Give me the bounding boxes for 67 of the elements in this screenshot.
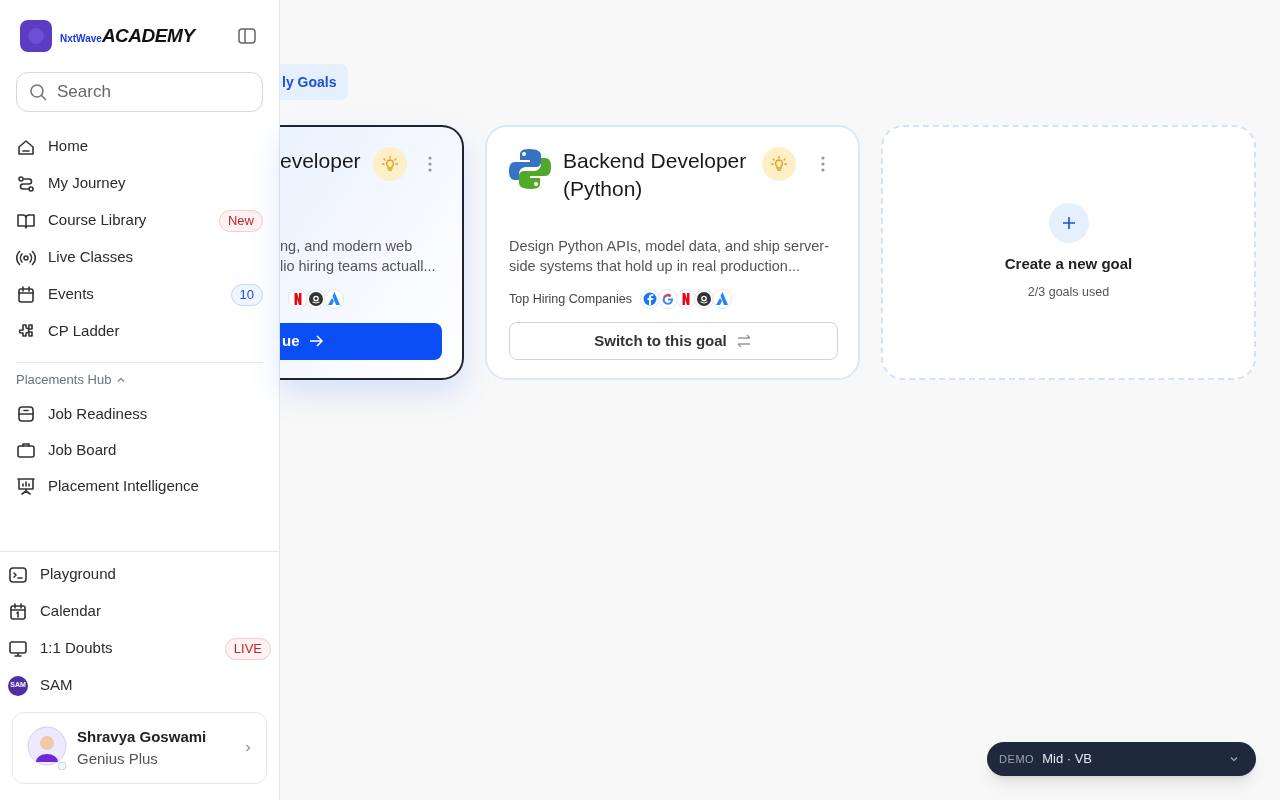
company-logo-icon [658, 289, 678, 310]
goal-card[interactable]: eveloper ng, and modern web lio hiring teams actuall... ue [280, 125, 464, 380]
nav-link[interactable]: Placement Intelligence [48, 474, 199, 498]
company-logo-icon [288, 289, 308, 310]
sidebar-toggle-icon[interactable] [237, 26, 257, 46]
continue-button[interactable]: ue [280, 322, 442, 360]
company-logo-icon [306, 289, 326, 310]
logo-subtitle: NxtWave [60, 32, 102, 46]
nav-link[interactable]: Job Board [48, 438, 117, 462]
company-logo-icon [640, 289, 660, 310]
monitor-icon [8, 638, 28, 659]
demo-value: Mid · VB [1042, 750, 1093, 769]
goal-title: eveloper [280, 148, 361, 174]
badge: LIVE [224, 637, 271, 660]
more-options-icon[interactable] [427, 155, 434, 173]
nav-link[interactable]: Events [48, 283, 94, 306]
nav-link[interactable]: Home [48, 135, 88, 158]
demo-label: DEMO [999, 751, 1035, 767]
create-goal-title: Create a new goal [1004, 253, 1133, 274]
badge: New [219, 209, 263, 232]
nav-link[interactable]: Live Classes [48, 246, 134, 269]
goal-description: Design Python APIs, model data, and ship server- [509, 236, 830, 256]
search-field[interactable]: Search [16, 72, 263, 112]
presentation-icon [16, 476, 36, 496]
avatar [25, 726, 69, 770]
company-logo-icon [712, 289, 732, 310]
drawer-icon [16, 404, 36, 424]
company-logo-icon [694, 289, 714, 310]
lightbulb-icon[interactable] [372, 147, 407, 181]
goal-description: ng, and modern web [280, 237, 414, 256]
calendar-icon [16, 284, 36, 305]
route-icon [16, 173, 36, 194]
company-logo-icon [676, 289, 696, 310]
goal-card[interactable]: Backend Developer (Python) Design Python APIs, model data, and ship server- side systems that hold up in real production... Top Hiring Companies Switch to this goal [485, 125, 860, 380]
nav-link[interactable]: CP Ladder [48, 320, 120, 343]
python-logo-icon [509, 147, 551, 191]
nav-link[interactable]: SAM [40, 674, 73, 697]
section-header[interactable]: Placements Hub [16, 369, 112, 390]
nav-link[interactable]: Calendar [40, 600, 101, 623]
nav-link[interactable]: My Journey [48, 172, 126, 195]
more-options-icon[interactable] [820, 155, 826, 173]
nav-link[interactable]: Job Readiness [48, 402, 148, 426]
goals-usage: 2/3 goals used [1027, 284, 1110, 302]
goal-title: (Python) [563, 176, 644, 202]
logo-icon [20, 20, 52, 52]
goal-title: Backend Developer [563, 148, 748, 174]
logo-title: ACADEMY [101, 23, 195, 48]
switch-goal-button[interactable]: Switch to this goal [509, 322, 838, 360]
user-name: Shravya Goswami [77, 726, 207, 747]
goal-description: side systems that hold up in real production... [509, 256, 801, 276]
nav-link[interactable]: Playground [40, 563, 116, 586]
user-plan: Genius Plus [77, 749, 159, 769]
goal-description: lio hiring teams actuall... [280, 257, 437, 276]
company-logo-icon [324, 289, 344, 310]
user-card[interactable]: Shravya Goswami Genius Plus [12, 712, 267, 784]
search-icon [28, 82, 48, 102]
create-goal-card[interactable]: Create a new goal 2/3 goals used [881, 125, 1256, 380]
lightbulb-icon[interactable] [762, 147, 796, 181]
nav-link[interactable]: 1:1 Doubts [40, 637, 113, 660]
tab[interactable]: ly Goals [280, 64, 349, 100]
calendar-icon [8, 601, 28, 622]
briefcase-icon [16, 440, 36, 460]
nav-link[interactable]: Course Library [48, 209, 147, 232]
demo-selector[interactable]: DEMO Mid · VB [987, 742, 1256, 776]
hiring-label: Top Hiring Companies [509, 290, 632, 308]
terminal-icon [8, 564, 28, 585]
badge: 10 [230, 283, 263, 306]
